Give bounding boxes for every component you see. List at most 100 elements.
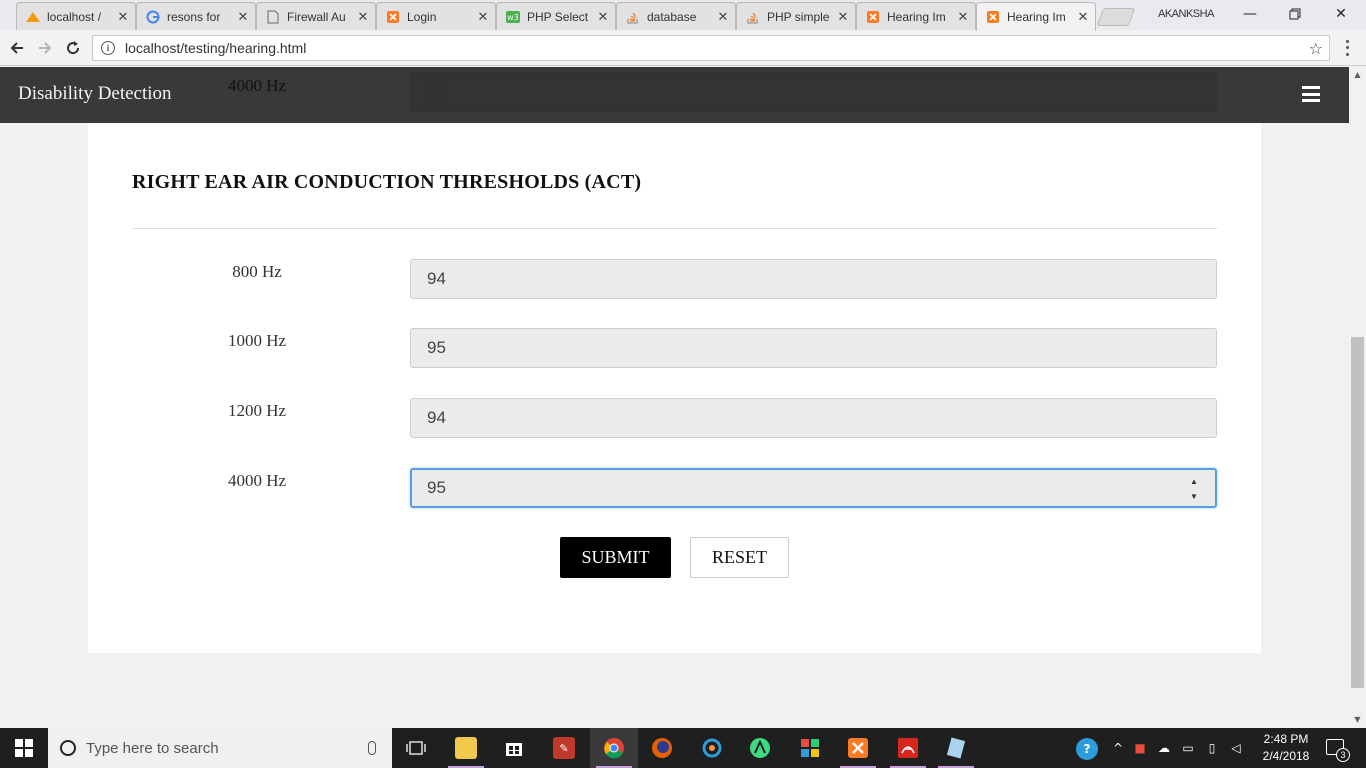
- notification-count-badge: 3: [1336, 748, 1350, 762]
- page-scrollbar[interactable]: ▲ ▼: [1349, 67, 1366, 728]
- file-explorer-icon[interactable]: [442, 728, 490, 768]
- back-arrow-icon[interactable]: [6, 37, 28, 59]
- submit-button[interactable]: SUBMIT: [560, 537, 671, 578]
- page-viewport: RIGHT EAR AIR CONDUCTION THRESHOLDS (ACT…: [0, 67, 1349, 728]
- close-icon[interactable]: ✕: [357, 9, 369, 25]
- address-bar[interactable]: i localhost/testing/hearing.html ☆: [92, 35, 1330, 61]
- browser-tab[interactable]: PHP simple ✕: [736, 2, 856, 30]
- url-text[interactable]: localhost/testing/hearing.html: [125, 40, 1309, 56]
- threshold-input-1000[interactable]: 95: [410, 328, 1217, 368]
- bookmark-star-icon[interactable]: ☆: [1309, 39, 1323, 58]
- hamburger-menu-icon[interactable]: [1302, 86, 1320, 102]
- scroll-down-icon[interactable]: ▼: [1353, 715, 1362, 724]
- reset-button[interactable]: RESET: [690, 537, 789, 578]
- threshold-input-800[interactable]: 94: [410, 259, 1217, 299]
- store-icon[interactable]: [490, 728, 538, 768]
- spinner-up-icon[interactable]: ▲: [1190, 477, 1198, 486]
- svg-text:w3: w3: [507, 13, 519, 22]
- close-icon[interactable]: ✕: [477, 9, 489, 25]
- frequency-label-800: 800 Hz: [232, 262, 282, 281]
- browser-tab[interactable]: Hearing Im ✕: [856, 2, 976, 30]
- reload-icon[interactable]: [62, 37, 84, 59]
- hearing-form-card: RIGHT EAR AIR CONDUCTION THRESHOLDS (ACT…: [88, 67, 1261, 653]
- network-icon[interactable]: ▭: [1180, 740, 1196, 756]
- spinner-down-icon[interactable]: ▼: [1190, 492, 1198, 501]
- close-icon[interactable]: ✕: [1077, 9, 1089, 25]
- restore-icon[interactable]: [1285, 4, 1305, 24]
- browser-tab-active[interactable]: Hearing Im ✕: [976, 2, 1096, 31]
- scroll-up-icon[interactable]: ▲: [1353, 70, 1362, 79]
- browser-tab[interactable]: localhost / ✕: [16, 2, 136, 30]
- stackoverflow-icon: [625, 10, 641, 24]
- tab-label: Firewall Au: [287, 9, 346, 24]
- xampp-icon: [985, 10, 1001, 24]
- close-icon[interactable]: ✕: [717, 9, 729, 25]
- page-icon: [265, 10, 281, 24]
- help-icon[interactable]: ?: [1076, 738, 1098, 760]
- close-icon[interactable]: ✕: [597, 9, 609, 25]
- acrobat-icon[interactable]: [884, 728, 932, 768]
- close-icon[interactable]: ✕: [117, 9, 129, 25]
- tab-label: Hearing Im: [887, 9, 946, 24]
- minimize-icon[interactable]: —: [1240, 4, 1260, 24]
- windows-start-icon[interactable]: [0, 728, 48, 768]
- section-divider: [132, 228, 1217, 229]
- threshold-input-1200[interactable]: 94: [410, 398, 1217, 438]
- taskbar-clock[interactable]: 2:48 PM 2/4/2018: [1254, 731, 1318, 765]
- stackoverflow-icon: [745, 10, 761, 24]
- browser-tab[interactable]: Login ✕: [376, 2, 496, 30]
- clock-time: 2:48 PM: [1263, 732, 1309, 746]
- tab-label: PHP Select: [527, 9, 589, 24]
- browser-tab[interactable]: w3 PHP Select ✕: [496, 2, 616, 30]
- cloud-icon[interactable]: ☁: [1156, 740, 1172, 756]
- notepad-icon[interactable]: [932, 728, 980, 768]
- close-window-icon[interactable]: ✕: [1331, 4, 1351, 24]
- xampp-icon: [385, 10, 401, 24]
- xampp-icon: [865, 10, 881, 24]
- tab-label: resons for: [167, 9, 221, 24]
- chrome-icon[interactable]: [590, 728, 638, 768]
- tab-strip: localhost / ✕ resons for ✕ Firewall Au ✕…: [0, 0, 1366, 31]
- android-studio-icon[interactable]: [736, 728, 784, 768]
- tiles-app-icon[interactable]: [786, 728, 834, 768]
- threshold-value: 95: [427, 478, 446, 497]
- forward-arrow-icon[interactable]: [34, 37, 56, 59]
- w3-icon: w3: [505, 10, 521, 24]
- new-tab-button[interactable]: [1096, 8, 1136, 26]
- google-icon: [145, 10, 161, 24]
- frequency-label-4000: 4000 Hz: [227, 471, 287, 490]
- firefox-icon[interactable]: [638, 728, 686, 768]
- tab-label: Login: [407, 9, 437, 24]
- browser-tab[interactable]: database ✕: [616, 2, 736, 30]
- task-view-icon[interactable]: [392, 728, 440, 768]
- browser-tab[interactable]: resons for ✕: [136, 2, 256, 30]
- pma-icon: [25, 10, 41, 24]
- browser-tab[interactable]: Firewall Au ✕: [256, 2, 376, 30]
- sync-app-icon[interactable]: [688, 728, 736, 768]
- browser-toolbar: i localhost/testing/hearing.html ☆: [0, 30, 1366, 66]
- scroll-thumb[interactable]: [1351, 337, 1364, 688]
- info-icon[interactable]: i: [101, 41, 115, 55]
- chevron-up-icon[interactable]: ^: [1110, 740, 1126, 756]
- frequency-label-1000: 1000 Hz: [227, 331, 287, 350]
- close-icon[interactable]: ✕: [237, 9, 249, 25]
- tab-label: PHP simple: [767, 9, 830, 24]
- browser-menu-icon[interactable]: [1340, 38, 1354, 58]
- close-icon[interactable]: ✕: [837, 9, 849, 25]
- tab-label: localhost /: [47, 9, 102, 24]
- windows-taskbar: Type here to search ✎ ? ^ ■ ☁ ▭ ▯ ◁ 2:48…: [0, 728, 1366, 768]
- battery-icon[interactable]: ▯: [1204, 740, 1220, 756]
- close-icon[interactable]: ✕: [957, 9, 969, 25]
- taskbar-search[interactable]: Type here to search: [48, 728, 392, 768]
- volume-icon[interactable]: ◁: [1228, 740, 1244, 756]
- gift-icon[interactable]: ■: [1132, 740, 1148, 756]
- profile-name[interactable]: AKANKSHA: [1158, 8, 1214, 20]
- system-tray: ? ^ ■ ☁ ▭ ▯ ◁: [1074, 728, 1366, 768]
- microphone-icon[interactable]: [368, 741, 376, 755]
- paint-app-icon[interactable]: ✎: [540, 728, 588, 768]
- frequency-label-previous: 4000 Hz: [227, 76, 287, 95]
- xampp-taskbar-icon[interactable]: [834, 728, 882, 768]
- number-spinner[interactable]: ▲ ▼: [1189, 477, 1199, 501]
- threshold-input-4000[interactable]: 95 ▲ ▼: [410, 468, 1217, 508]
- tab-label: database: [647, 9, 697, 24]
